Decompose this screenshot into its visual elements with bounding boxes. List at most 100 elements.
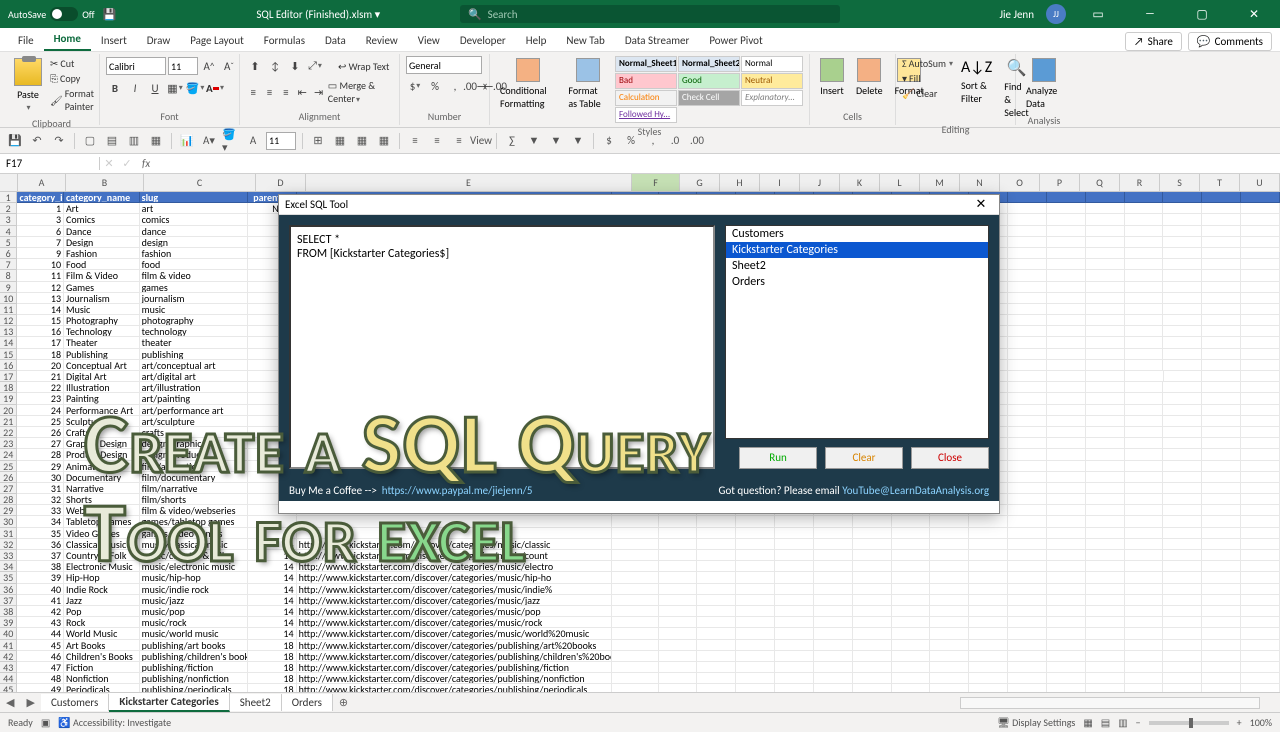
cell[interactable] xyxy=(1008,405,1047,416)
cell[interactable]: 17 xyxy=(17,337,64,348)
cell[interactable] xyxy=(1241,259,1280,270)
cell[interactable]: Digital Art xyxy=(64,371,140,382)
cell[interactable] xyxy=(1241,360,1280,371)
display-settings-button[interactable]: 🖥 Display Settings xyxy=(997,716,1075,729)
cell[interactable] xyxy=(1125,427,1164,438)
cell[interactable] xyxy=(1241,662,1280,673)
cell[interactable] xyxy=(1125,550,1164,561)
cell[interactable] xyxy=(775,651,814,662)
cell[interactable] xyxy=(1125,449,1164,460)
cell[interactable] xyxy=(1163,337,1202,348)
cell[interactable] xyxy=(1008,315,1047,326)
cell[interactable] xyxy=(969,606,1008,617)
cell[interactable] xyxy=(1125,393,1164,404)
cell[interactable] xyxy=(612,595,659,606)
zoom-slider[interactable] xyxy=(1149,721,1229,725)
merge-button[interactable]: ▭ Merge & Center▾ xyxy=(328,79,393,105)
cell[interactable] xyxy=(892,572,931,583)
cell[interactable] xyxy=(892,662,931,673)
cell[interactable] xyxy=(930,628,969,639)
run-button[interactable]: Run xyxy=(739,447,817,469)
cell[interactable] xyxy=(969,561,1008,572)
cell[interactable] xyxy=(1047,214,1086,225)
column-header[interactable]: N xyxy=(960,174,1000,191)
align-middle-button[interactable]: ↕ xyxy=(266,57,284,75)
orientation-button[interactable]: ⤢▾ xyxy=(306,57,324,75)
wrap-text-button[interactable]: ↩ Wrap Text xyxy=(338,60,389,73)
cell[interactable]: Fiction xyxy=(64,662,140,673)
cell[interactable] xyxy=(612,651,659,662)
cell[interactable] xyxy=(1202,684,1241,692)
cell[interactable] xyxy=(1125,673,1164,684)
cell[interactable] xyxy=(1047,326,1086,337)
cell[interactable] xyxy=(1241,337,1280,348)
cell[interactable] xyxy=(1125,539,1164,550)
cell[interactable] xyxy=(1202,472,1241,483)
cell[interactable] xyxy=(1008,304,1047,315)
cell[interactable] xyxy=(1202,572,1241,583)
cell[interactable] xyxy=(1241,606,1280,617)
qat-icon[interactable]: 📊 xyxy=(178,132,196,150)
fill-button[interactable]: ▾Fill xyxy=(902,71,953,86)
cell[interactable] xyxy=(1163,461,1202,472)
cell[interactable]: 23 xyxy=(17,393,64,404)
cell[interactable] xyxy=(1125,214,1164,225)
cell[interactable] xyxy=(1241,349,1280,360)
cell[interactable] xyxy=(892,640,931,651)
qat-save-icon[interactable]: 💾 xyxy=(6,132,24,150)
cell[interactable] xyxy=(1125,259,1164,270)
cell[interactable] xyxy=(1086,438,1125,449)
cell[interactable]: publishing/periodicals xyxy=(140,684,248,692)
cell[interactable]: 18 xyxy=(248,651,297,662)
cell[interactable]: art/performance art xyxy=(140,405,248,416)
cell[interactable]: 47 xyxy=(17,662,64,673)
zoom-out-button[interactable]: − xyxy=(1136,716,1141,729)
cell[interactable] xyxy=(1047,282,1086,293)
cell[interactable] xyxy=(1202,550,1241,561)
cell[interactable] xyxy=(930,516,969,527)
tab-help[interactable]: Help xyxy=(516,30,557,51)
decrease-font-button[interactable]: Aˇ xyxy=(220,57,238,75)
user-name[interactable]: Jie Jenn xyxy=(999,8,1034,21)
increase-font-button[interactable]: A^ xyxy=(200,57,218,75)
row-header[interactable]: 41 xyxy=(0,640,17,651)
cell[interactable]: http://www.kickstarter.com/discover/cate… xyxy=(297,572,612,583)
cell[interactable] xyxy=(1241,416,1280,427)
cell[interactable] xyxy=(1241,237,1280,248)
cell[interactable] xyxy=(969,539,1008,550)
cell[interactable] xyxy=(775,673,814,684)
qat-icon[interactable]: ▦ xyxy=(375,132,393,150)
cell[interactable] xyxy=(853,572,892,583)
cell[interactable] xyxy=(814,606,853,617)
cell[interactable] xyxy=(775,528,814,539)
cell[interactable] xyxy=(1163,483,1202,494)
cell[interactable] xyxy=(1086,539,1125,550)
cell[interactable] xyxy=(1202,282,1241,293)
row-header[interactable]: 35 xyxy=(0,572,17,583)
cell[interactable] xyxy=(1008,371,1047,382)
cell[interactable] xyxy=(736,516,775,527)
cell[interactable]: Video Games xyxy=(64,528,140,539)
cell[interactable] xyxy=(1125,684,1164,692)
cell[interactable]: Webseries xyxy=(64,505,140,516)
cell[interactable] xyxy=(1163,628,1202,639)
cell[interactable]: 20 xyxy=(17,360,64,371)
cell[interactable] xyxy=(1241,405,1280,416)
cell[interactable]: 22 xyxy=(17,382,64,393)
cell[interactable] xyxy=(930,617,969,628)
cell[interactable] xyxy=(659,550,698,561)
cell[interactable] xyxy=(930,651,969,662)
cell[interactable] xyxy=(930,595,969,606)
cell[interactable] xyxy=(736,606,775,617)
cell[interactable] xyxy=(1241,494,1280,505)
cell[interactable]: journalism xyxy=(140,293,248,304)
cell[interactable] xyxy=(814,651,853,662)
cell[interactable] xyxy=(1125,617,1164,628)
cell[interactable] xyxy=(1086,528,1125,539)
cell[interactable]: Theater xyxy=(64,337,140,348)
paypal-link[interactable]: https://www.paypal.me/jiejenn/5 xyxy=(382,484,533,497)
cell[interactable] xyxy=(1241,449,1280,460)
cell[interactable]: 18 xyxy=(248,673,297,684)
cell[interactable] xyxy=(697,561,736,572)
cell[interactable] xyxy=(1202,248,1241,259)
